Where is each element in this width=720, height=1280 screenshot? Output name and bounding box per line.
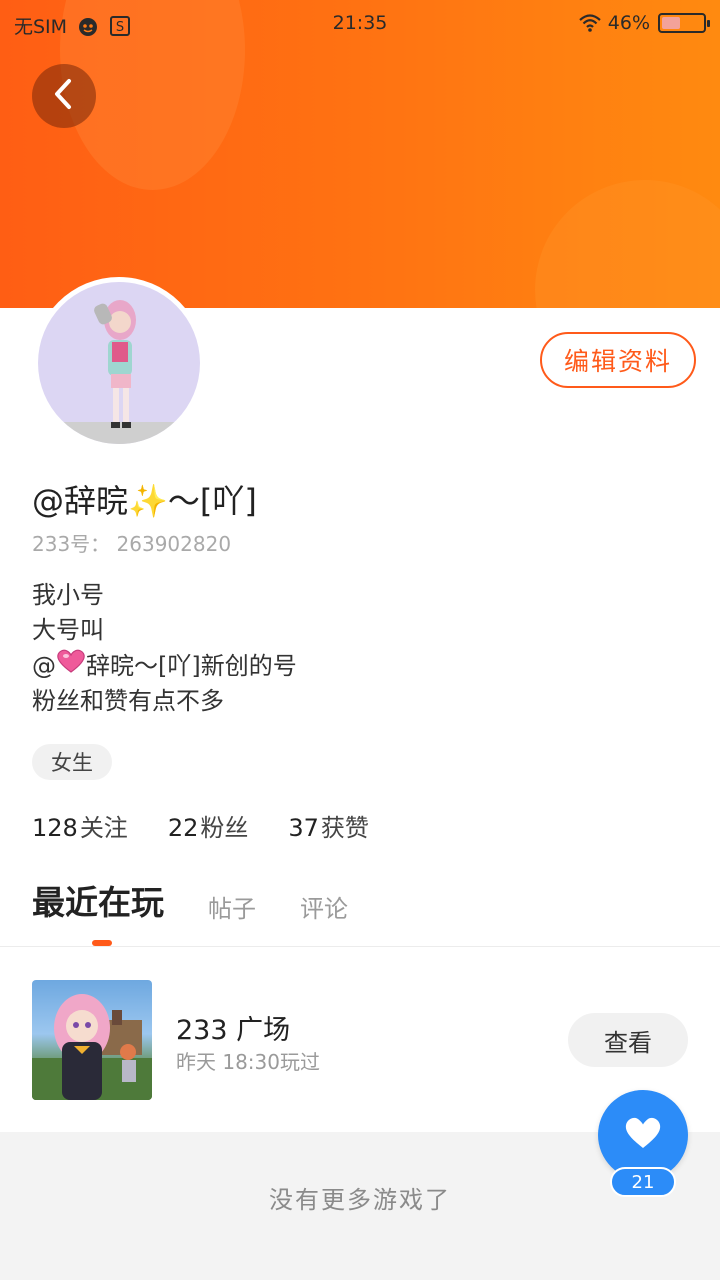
chevron-left-icon — [51, 77, 77, 115]
following-count: 128 — [32, 814, 78, 842]
profile-tabs: 最近在玩 帖子 评论 — [32, 876, 348, 924]
likes-label: 获赞 — [320, 814, 369, 842]
bio-mention-prefix: @ — [32, 651, 56, 680]
avatar[interactable] — [33, 277, 205, 449]
profile-header-banner — [0, 0, 720, 308]
username: @辞晥✨～[吖] — [32, 482, 257, 520]
banner-decoration — [535, 180, 720, 308]
user-id: 233号： 263902820 — [32, 532, 232, 556]
following-label: 关注 — [79, 814, 128, 842]
tab-recently-played[interactable]: 最近在玩 — [32, 876, 164, 924]
bio-line: 粉丝和赞有点不多 — [32, 687, 224, 715]
game-title: 233 广场 — [176, 1015, 291, 1046]
likes-count: 37 — [288, 814, 319, 842]
wifi-icon — [578, 12, 601, 34]
back-button[interactable] — [32, 64, 96, 128]
fans-stat[interactable]: 22 粉丝 — [168, 808, 249, 843]
avatar-image — [38, 282, 200, 444]
tab-posts[interactable]: 帖子 — [208, 889, 256, 924]
gender-tag: 女生 — [32, 744, 112, 780]
bio-line: 我小号 — [32, 581, 104, 609]
battery-icon — [658, 13, 710, 33]
profile-stats: 128 关注 22 粉丝 37 获赞 — [32, 808, 369, 843]
fans-count: 22 — [167, 814, 199, 842]
like-count-badge: 21 — [610, 1167, 676, 1197]
view-game-button[interactable]: 查看 — [568, 1013, 688, 1067]
bio: 我小号 大号叫 @ 辞晥～[吖]新创的号 粉丝和赞有点不多 — [32, 578, 297, 719]
game-thumbnail — [32, 980, 152, 1100]
bio-line: @ 辞晥～[吖]新创的号 — [32, 648, 297, 684]
status-bar: 无SIM S 21:35 46% — [0, 0, 720, 46]
heart-emoji-icon — [56, 648, 86, 684]
bio-line: 大号叫 — [32, 616, 104, 644]
heart-icon — [623, 1115, 663, 1155]
likes-stat[interactable]: 37 获赞 — [288, 808, 369, 843]
game-last-played: 昨天 18:30玩过 — [176, 1050, 320, 1074]
bio-mention-text: 辞晥～[吖]新创的号 — [86, 651, 297, 680]
following-stat[interactable]: 128 关注 — [32, 808, 128, 843]
battery-percent: 46% — [607, 12, 650, 34]
divider — [0, 946, 720, 947]
tab-comments[interactable]: 评论 — [300, 889, 348, 924]
edit-profile-button[interactable]: 编辑资料 — [540, 332, 696, 388]
fans-label: 粉丝 — [200, 814, 249, 842]
